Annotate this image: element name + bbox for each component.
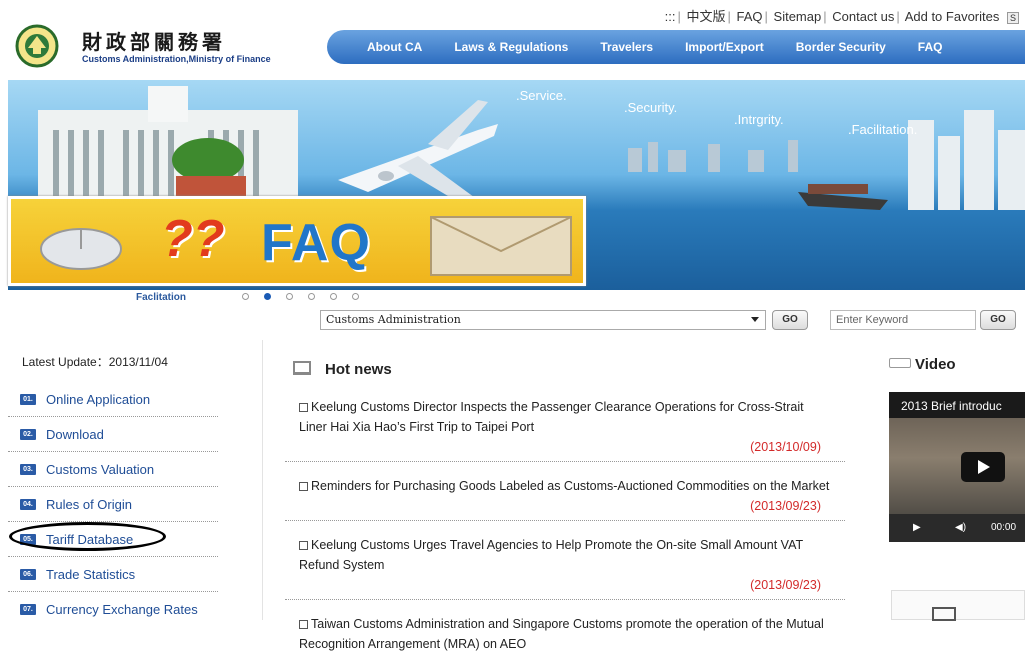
sidebar-item-label: Download — [46, 426, 104, 442]
news-item-text: Keelung Customs Director Inspects the Pa… — [299, 400, 804, 434]
envelope-icon — [932, 607, 956, 621]
pager-dot-6[interactable] — [352, 293, 359, 300]
video-player[interactable]: 2013 Brief introduc ▶ ◀) 00:00 — [889, 392, 1025, 542]
banner-pager: Faclitation — [100, 290, 380, 304]
nav-travelers[interactable]: Travelers — [600, 40, 653, 54]
sidebar-item-label: Trade Statistics — [46, 566, 136, 582]
number-badge-icon: 07. — [20, 604, 36, 615]
news-bullet-icon — [299, 482, 308, 491]
play-control-icon[interactable]: ▶ — [913, 522, 921, 533]
nav-about-ca[interactable]: About CA — [367, 40, 422, 54]
number-badge-icon: 02. — [20, 428, 36, 440]
speaker-icon — [889, 358, 911, 368]
customs-seal-icon — [15, 24, 59, 68]
news-item-date: (2013/09/23) — [750, 578, 821, 592]
site-select-value: Customs Administration — [326, 313, 461, 326]
number-badge-icon: 01. — [20, 393, 36, 405]
top-link-faq[interactable]: FAQ — [737, 9, 763, 24]
number-badge-icon: 06. — [20, 568, 36, 580]
news-item[interactable]: Keelung Customs Director Inspects the Pa… — [285, 383, 845, 462]
keyword-go-button[interactable]: GO — [980, 310, 1016, 330]
news-bullet-icon — [299, 541, 308, 550]
top-link-contact[interactable]: Contact us — [832, 9, 894, 24]
pager-dot-3[interactable] — [286, 293, 293, 300]
pager-dot-4[interactable] — [308, 293, 315, 300]
nav-border-security[interactable]: Border Security — [796, 40, 886, 54]
sidebar-item-online-application[interactable]: 01. Online Application — [8, 382, 218, 417]
main-nav: About CA Laws & Regulations Travelers Im… — [327, 30, 1025, 64]
news-item-text: Reminders for Purchasing Goods Labeled a… — [311, 479, 830, 493]
envelope-icon — [430, 216, 572, 276]
slogan-security: .Security. — [624, 100, 678, 115]
contact-box[interactable] — [891, 590, 1025, 621]
slogan-facilitation: .Facilitation. — [848, 122, 918, 137]
news-bullet-icon — [299, 403, 308, 412]
top-search-button[interactable]: S — [1006, 12, 1019, 24]
news-item[interactable]: Taiwan Customs Administration and Singap… — [285, 600, 845, 658]
hot-news: Hot news Keelung Customs Director Inspec… — [285, 353, 845, 658]
nav-laws-regulations[interactable]: Laws & Regulations — [454, 40, 568, 54]
news-item-date: (2013/10/09) — [750, 440, 821, 454]
video-controls: ▶ ◀) 00:00 — [889, 514, 1025, 542]
play-icon[interactable] — [961, 452, 1005, 482]
news-item-date: (2013/09/23) — [750, 499, 821, 513]
video-clip-title: 2013 Brief introduc — [901, 399, 1002, 413]
nav-import-export[interactable]: Import/Export — [685, 40, 764, 54]
news-item-text: Keelung Customs Urges Travel Agencies to… — [299, 538, 803, 572]
pager-dot-1[interactable] — [242, 293, 249, 300]
faq-banner[interactable]: ?? FAQ — [8, 196, 586, 286]
sidebar: 01. Online Application 02. Download 03. Cus… — [8, 382, 218, 627]
pager-dot-5[interactable] — [330, 293, 337, 300]
sidebar-item-label: Rules of Origin — [46, 496, 132, 512]
site-go-button[interactable]: GO — [772, 310, 808, 330]
nav-faq[interactable]: FAQ — [918, 40, 943, 54]
number-badge-icon: 04. — [20, 498, 36, 510]
chevron-down-icon — [751, 317, 759, 322]
top-links: ::: | 中文版 | FAQ | Sitemap | Contact us | Add … — [665, 6, 1019, 25]
news-item[interactable]: Keelung Customs Urges Travel Agencies to… — [285, 521, 845, 600]
sidebar-item-label: Customs Valuation — [46, 461, 155, 477]
logo-english-name: Customs Administration,Ministry of Finan… — [82, 54, 271, 64]
news-item[interactable]: Reminders for Purchasing Goods Labeled a… — [285, 462, 845, 521]
sidebar-item-trade-statistics[interactable]: 06. Trade Statistics — [8, 557, 218, 592]
video-time: 00:00 — [991, 522, 1017, 533]
slogan-integrity: .Intrgrity. — [734, 112, 784, 127]
news-bullet-icon — [299, 620, 308, 629]
header: ::: | 中文版 | FAQ | Sitemap | Contact us | Add … — [0, 0, 1025, 80]
number-badge-icon: 03. — [20, 463, 36, 475]
video-title: Video — [915, 356, 956, 373]
faq-question-marks: ?? — [161, 210, 225, 268]
sidebar-item-label: Currency Exchange Rates — [46, 602, 198, 617]
top-link-marker: ::: — [664, 9, 676, 24]
top-link-sitemap[interactable]: Sitemap — [774, 9, 822, 24]
volume-icon[interactable]: ◀) — [955, 522, 966, 533]
annotation-ellipse — [9, 522, 166, 551]
news-item-text: Taiwan Customs Administration and Singap… — [299, 617, 824, 651]
slogan-service: .Service. — [516, 88, 567, 103]
top-link-chinese[interactable]: 中文版 — [686, 9, 725, 24]
hot-news-header: Hot news — [285, 353, 845, 383]
logo-chinese-name: 財政部關務署 — [82, 30, 226, 54]
banner-caption: Faclitation — [136, 292, 187, 303]
sidebar-item-rules-of-origin[interactable]: 04. Rules of Origin — [8, 487, 218, 522]
latest-update: Latest Update：2013/11/04 — [22, 355, 168, 369]
pager-dot-2[interactable] — [264, 293, 271, 300]
site-select[interactable]: Customs Administration — [320, 310, 766, 330]
monitor-icon — [293, 361, 311, 375]
video-header: Video — [889, 356, 956, 373]
sidebar-item-currency-exchange[interactable]: 07. Currency Exchange Rates — [8, 592, 218, 627]
mouse-icon — [40, 228, 122, 270]
top-link-favorites[interactable]: Add to Favorites — [905, 9, 1000, 24]
hot-news-title: Hot news — [325, 361, 392, 378]
sidebar-item-label: Online Application — [46, 391, 151, 407]
sidebar-item-download[interactable]: 02. Download — [8, 417, 218, 452]
column-divider — [262, 340, 263, 620]
site-logo[interactable]: 財政部關務署 Customs Administration,Ministry o… — [14, 24, 314, 70]
keyword-input[interactable]: Enter Keyword — [830, 310, 976, 330]
sidebar-item-customs-valuation[interactable]: 03. Customs Valuation — [8, 452, 218, 487]
faq-title: FAQ — [261, 214, 371, 272]
